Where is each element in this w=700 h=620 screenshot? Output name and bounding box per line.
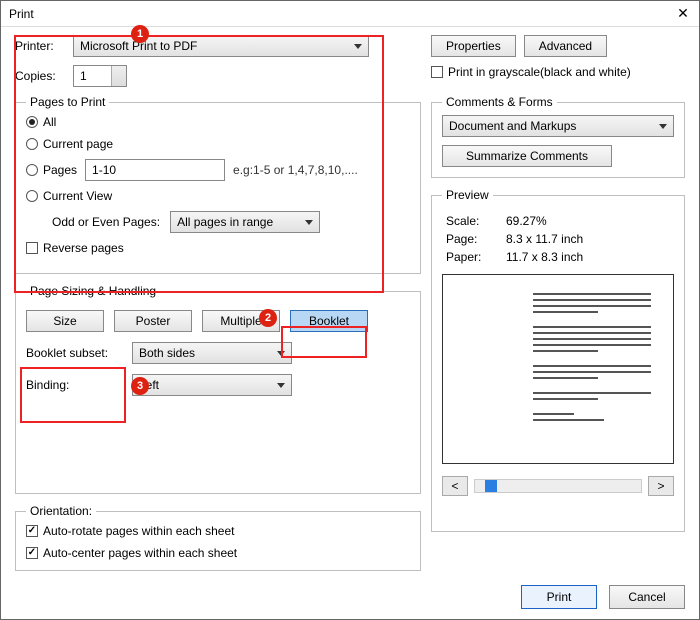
sizing-legend: Page Sizing & Handling — [26, 284, 160, 298]
comments-legend: Comments & Forms — [442, 95, 557, 109]
pages-to-print-group: Pages to Print All Current page Pages 1-… — [15, 95, 421, 274]
properties-button[interactable]: Properties — [431, 35, 516, 57]
booklet-button[interactable]: Booklet — [290, 310, 368, 332]
pages-legend: Pages to Print — [26, 95, 109, 109]
reverse-pages-checkbox[interactable]: Reverse pages — [26, 241, 124, 255]
titlebar: Print ✕ — [1, 1, 699, 27]
pages-input[interactable]: 1-10 — [85, 159, 225, 181]
preview-group: Preview Scale: 69.27% Page: 8.3 x 11.7 i… — [431, 188, 685, 532]
copies-label: Copies: — [15, 69, 67, 83]
booklet-subset-label: Booklet subset: — [26, 346, 126, 360]
grayscale-checkbox[interactable]: Print in grayscale(black and white) — [431, 65, 631, 79]
printer-select[interactable]: Microsoft Print to PDF — [73, 35, 369, 57]
close-icon[interactable]: ✕ — [675, 6, 691, 22]
odd-even-label: Odd or Even Pages: — [52, 215, 160, 229]
autocenter-checkbox[interactable]: Auto-center pages within each sheet — [26, 546, 237, 560]
size-button[interactable]: Size — [26, 310, 104, 332]
page-sizing-group: Page Sizing & Handling Size Poster Multi… — [15, 284, 421, 494]
odd-even-select[interactable]: All pages in range — [170, 211, 320, 233]
advanced-button[interactable]: Advanced — [524, 35, 607, 57]
multiple-button[interactable]: Multiple — [202, 310, 280, 332]
scale-value: 69.27% — [506, 214, 674, 228]
preview-next-button[interactable]: > — [648, 476, 674, 496]
poster-button[interactable]: Poster — [114, 310, 192, 332]
preview-prev-button[interactable]: < — [442, 476, 468, 496]
comments-forms-group: Comments & Forms Document and Markups Su… — [431, 95, 685, 178]
pages-example: e.g:1-5 or 1,4,7,8,10,.... — [233, 163, 358, 177]
cancel-button[interactable]: Cancel — [609, 585, 685, 609]
radio-all[interactable]: All — [26, 115, 56, 129]
comments-select[interactable]: Document and Markups — [442, 115, 674, 137]
preview-scroll-thumb[interactable] — [485, 480, 497, 492]
radio-current-view[interactable]: Current View — [26, 189, 112, 203]
booklet-subset-select[interactable]: Both sides — [132, 342, 292, 364]
preview-scroll-track[interactable] — [474, 479, 642, 493]
autorotate-checkbox[interactable]: Auto-rotate pages within each sheet — [26, 524, 234, 538]
preview-legend: Preview — [442, 188, 493, 202]
preview-page — [442, 274, 674, 464]
binding-select[interactable]: Left — [132, 374, 292, 396]
radio-current-page[interactable]: Current page — [26, 137, 113, 151]
window-title: Print — [9, 7, 34, 21]
paper-label: Paper: — [446, 250, 506, 264]
page-label: Page: — [446, 232, 506, 246]
copies-spinner[interactable]: 1 — [73, 65, 127, 87]
binding-label: Binding: — [26, 378, 126, 392]
radio-pages[interactable]: Pages — [26, 163, 77, 177]
scale-label: Scale: — [446, 214, 506, 228]
orientation-group: Orientation: Auto-rotate pages within ea… — [15, 504, 421, 571]
paper-value: 11.7 x 8.3 inch — [506, 250, 674, 264]
summarize-comments-button[interactable]: Summarize Comments — [442, 145, 612, 167]
page-value: 8.3 x 11.7 inch — [506, 232, 674, 246]
printer-label: Printer: — [15, 39, 67, 53]
print-dialog: Print ✕ Printer: Microsoft Print to PDF … — [0, 0, 700, 620]
print-button[interactable]: Print — [521, 585, 597, 609]
orientation-legend: Orientation: — [26, 504, 96, 518]
